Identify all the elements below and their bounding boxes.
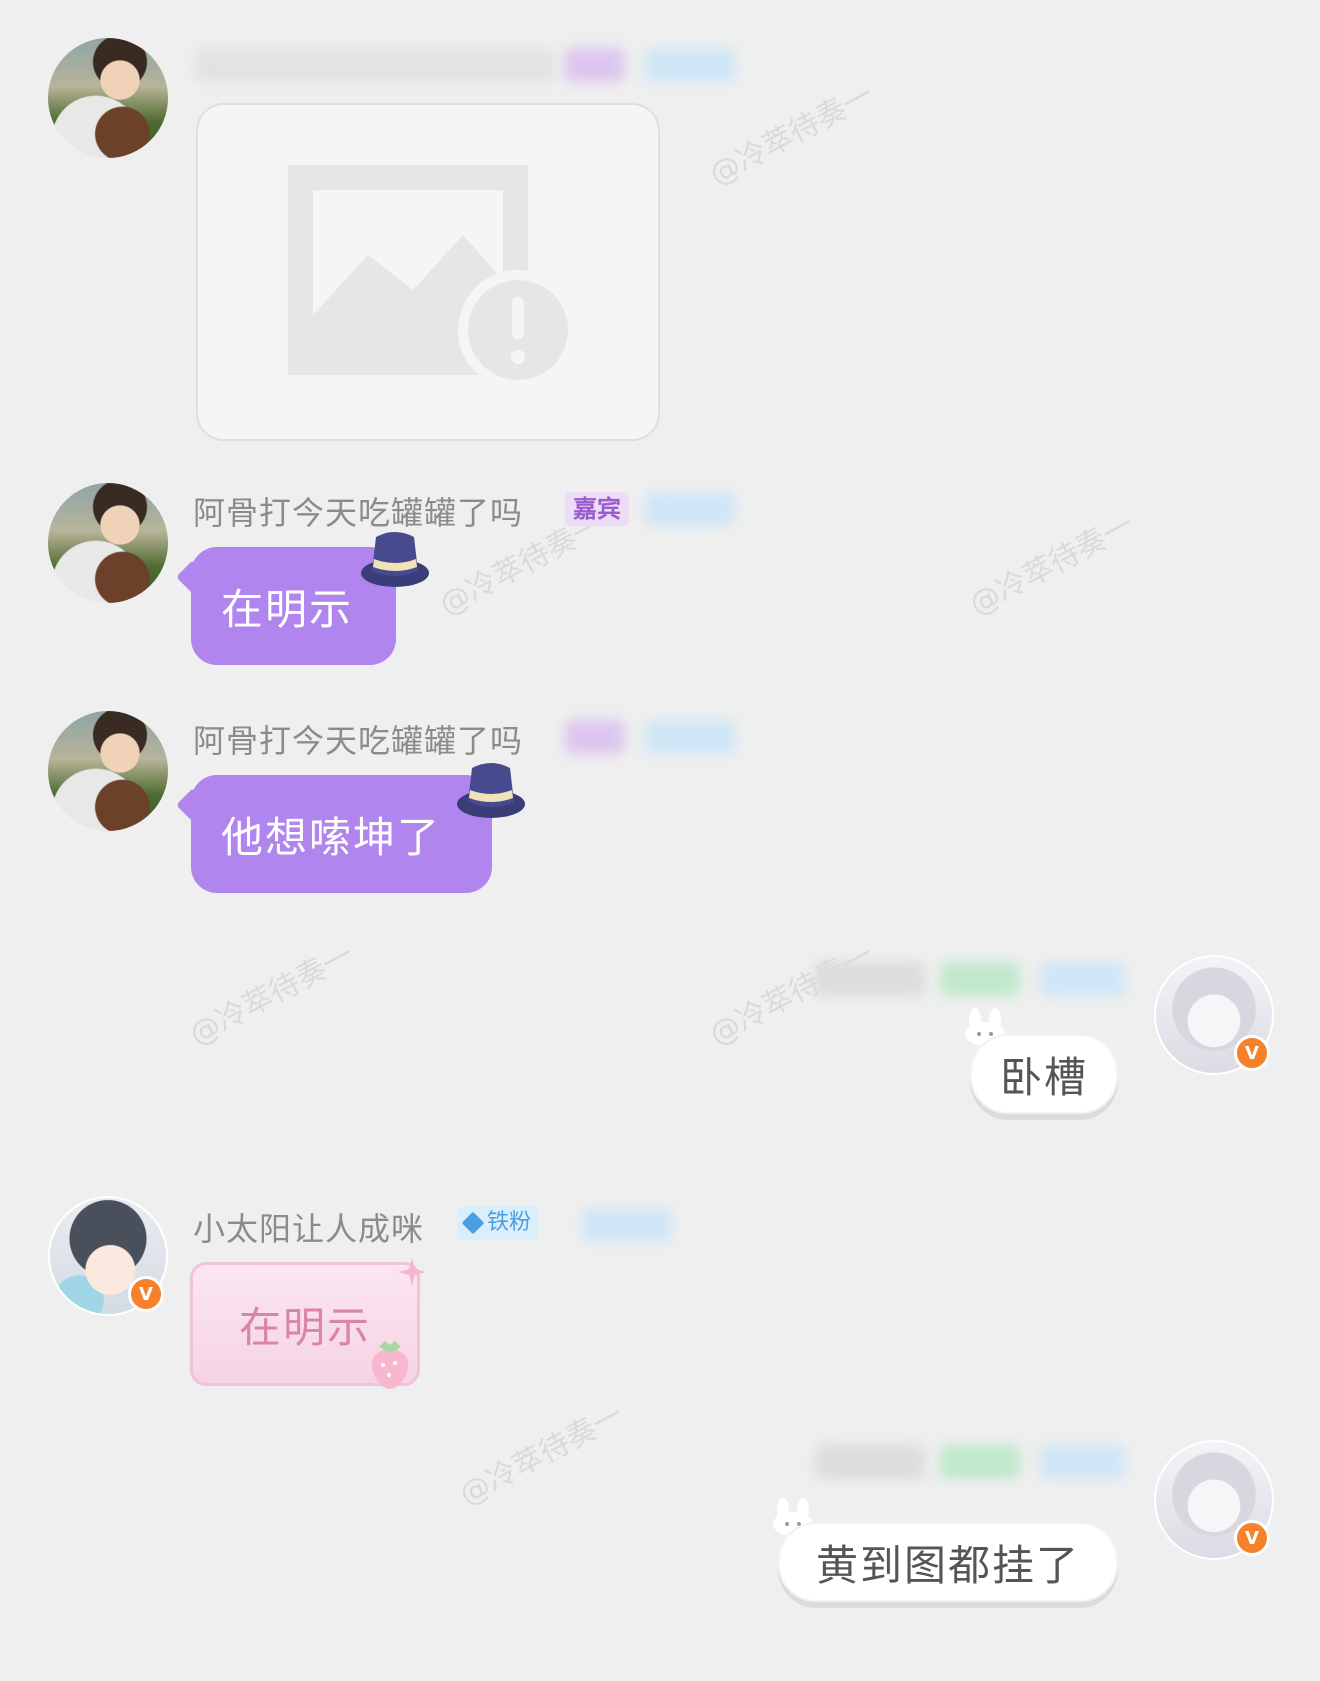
verified-badge: V (1234, 1520, 1270, 1556)
sender-name[interactable]: 阿骨打今天吃罐罐了吗 (193, 716, 523, 762)
message-text: 在明示 (221, 584, 354, 634)
message-bubble[interactable]: 他想嗦坤了 (191, 775, 492, 893)
fan-tag-label: 铁粉 (487, 1210, 532, 1235)
diamond-icon (461, 1211, 485, 1235)
tag-blurred (645, 492, 735, 526)
sender-avatar[interactable] (48, 483, 168, 603)
verified-badge: V (128, 1276, 164, 1312)
image-load-failed[interactable] (196, 103, 660, 441)
message-bubble[interactable]: 黄到图都挂了 (778, 1522, 1118, 1602)
verified-badge: V (1234, 1035, 1270, 1071)
message-text: 在明示 (238, 1302, 371, 1352)
tag-blurred (565, 48, 625, 82)
tag-blurred (582, 1208, 672, 1242)
message-text: 他想嗦坤了 (221, 812, 442, 862)
sender-name-blurred (195, 48, 555, 82)
top-hat-icon (457, 763, 525, 818)
tag-blurred (565, 720, 625, 754)
message-text: 卧槽 (999, 1052, 1088, 1102)
fan-tag: 铁粉 (457, 1206, 540, 1240)
tag-blurred (1040, 1445, 1125, 1479)
watermark: @冷萃待奏一 (183, 937, 360, 1053)
watermark: @冷萃待奏一 (453, 1397, 630, 1513)
guest-tag: 嘉宾 (565, 492, 629, 526)
sender-name[interactable]: 小太阳让人成咪 (193, 1204, 424, 1250)
sender-name-blurred (815, 1445, 925, 1479)
broken-image-icon (288, 165, 578, 390)
watermark: @冷萃待奏一 (703, 77, 880, 193)
tag-blurred (1040, 962, 1125, 996)
message-text: 黄到图都挂了 (815, 1540, 1080, 1590)
watermark: @冷萃待奏一 (963, 507, 1140, 623)
message-bubble[interactable]: 卧槽 (970, 1034, 1118, 1114)
sender-avatar[interactable] (48, 38, 168, 158)
top-hat-icon (361, 532, 429, 587)
sparkle-icon (398, 1258, 426, 1286)
tag-blurred (645, 48, 735, 82)
tag-blurred (645, 720, 735, 754)
tag-blurred (940, 962, 1020, 996)
sender-avatar[interactable] (48, 711, 168, 831)
tag-blurred (940, 1445, 1020, 1479)
strawberry-icon (371, 1341, 409, 1389)
sender-name-blurred (815, 962, 925, 996)
